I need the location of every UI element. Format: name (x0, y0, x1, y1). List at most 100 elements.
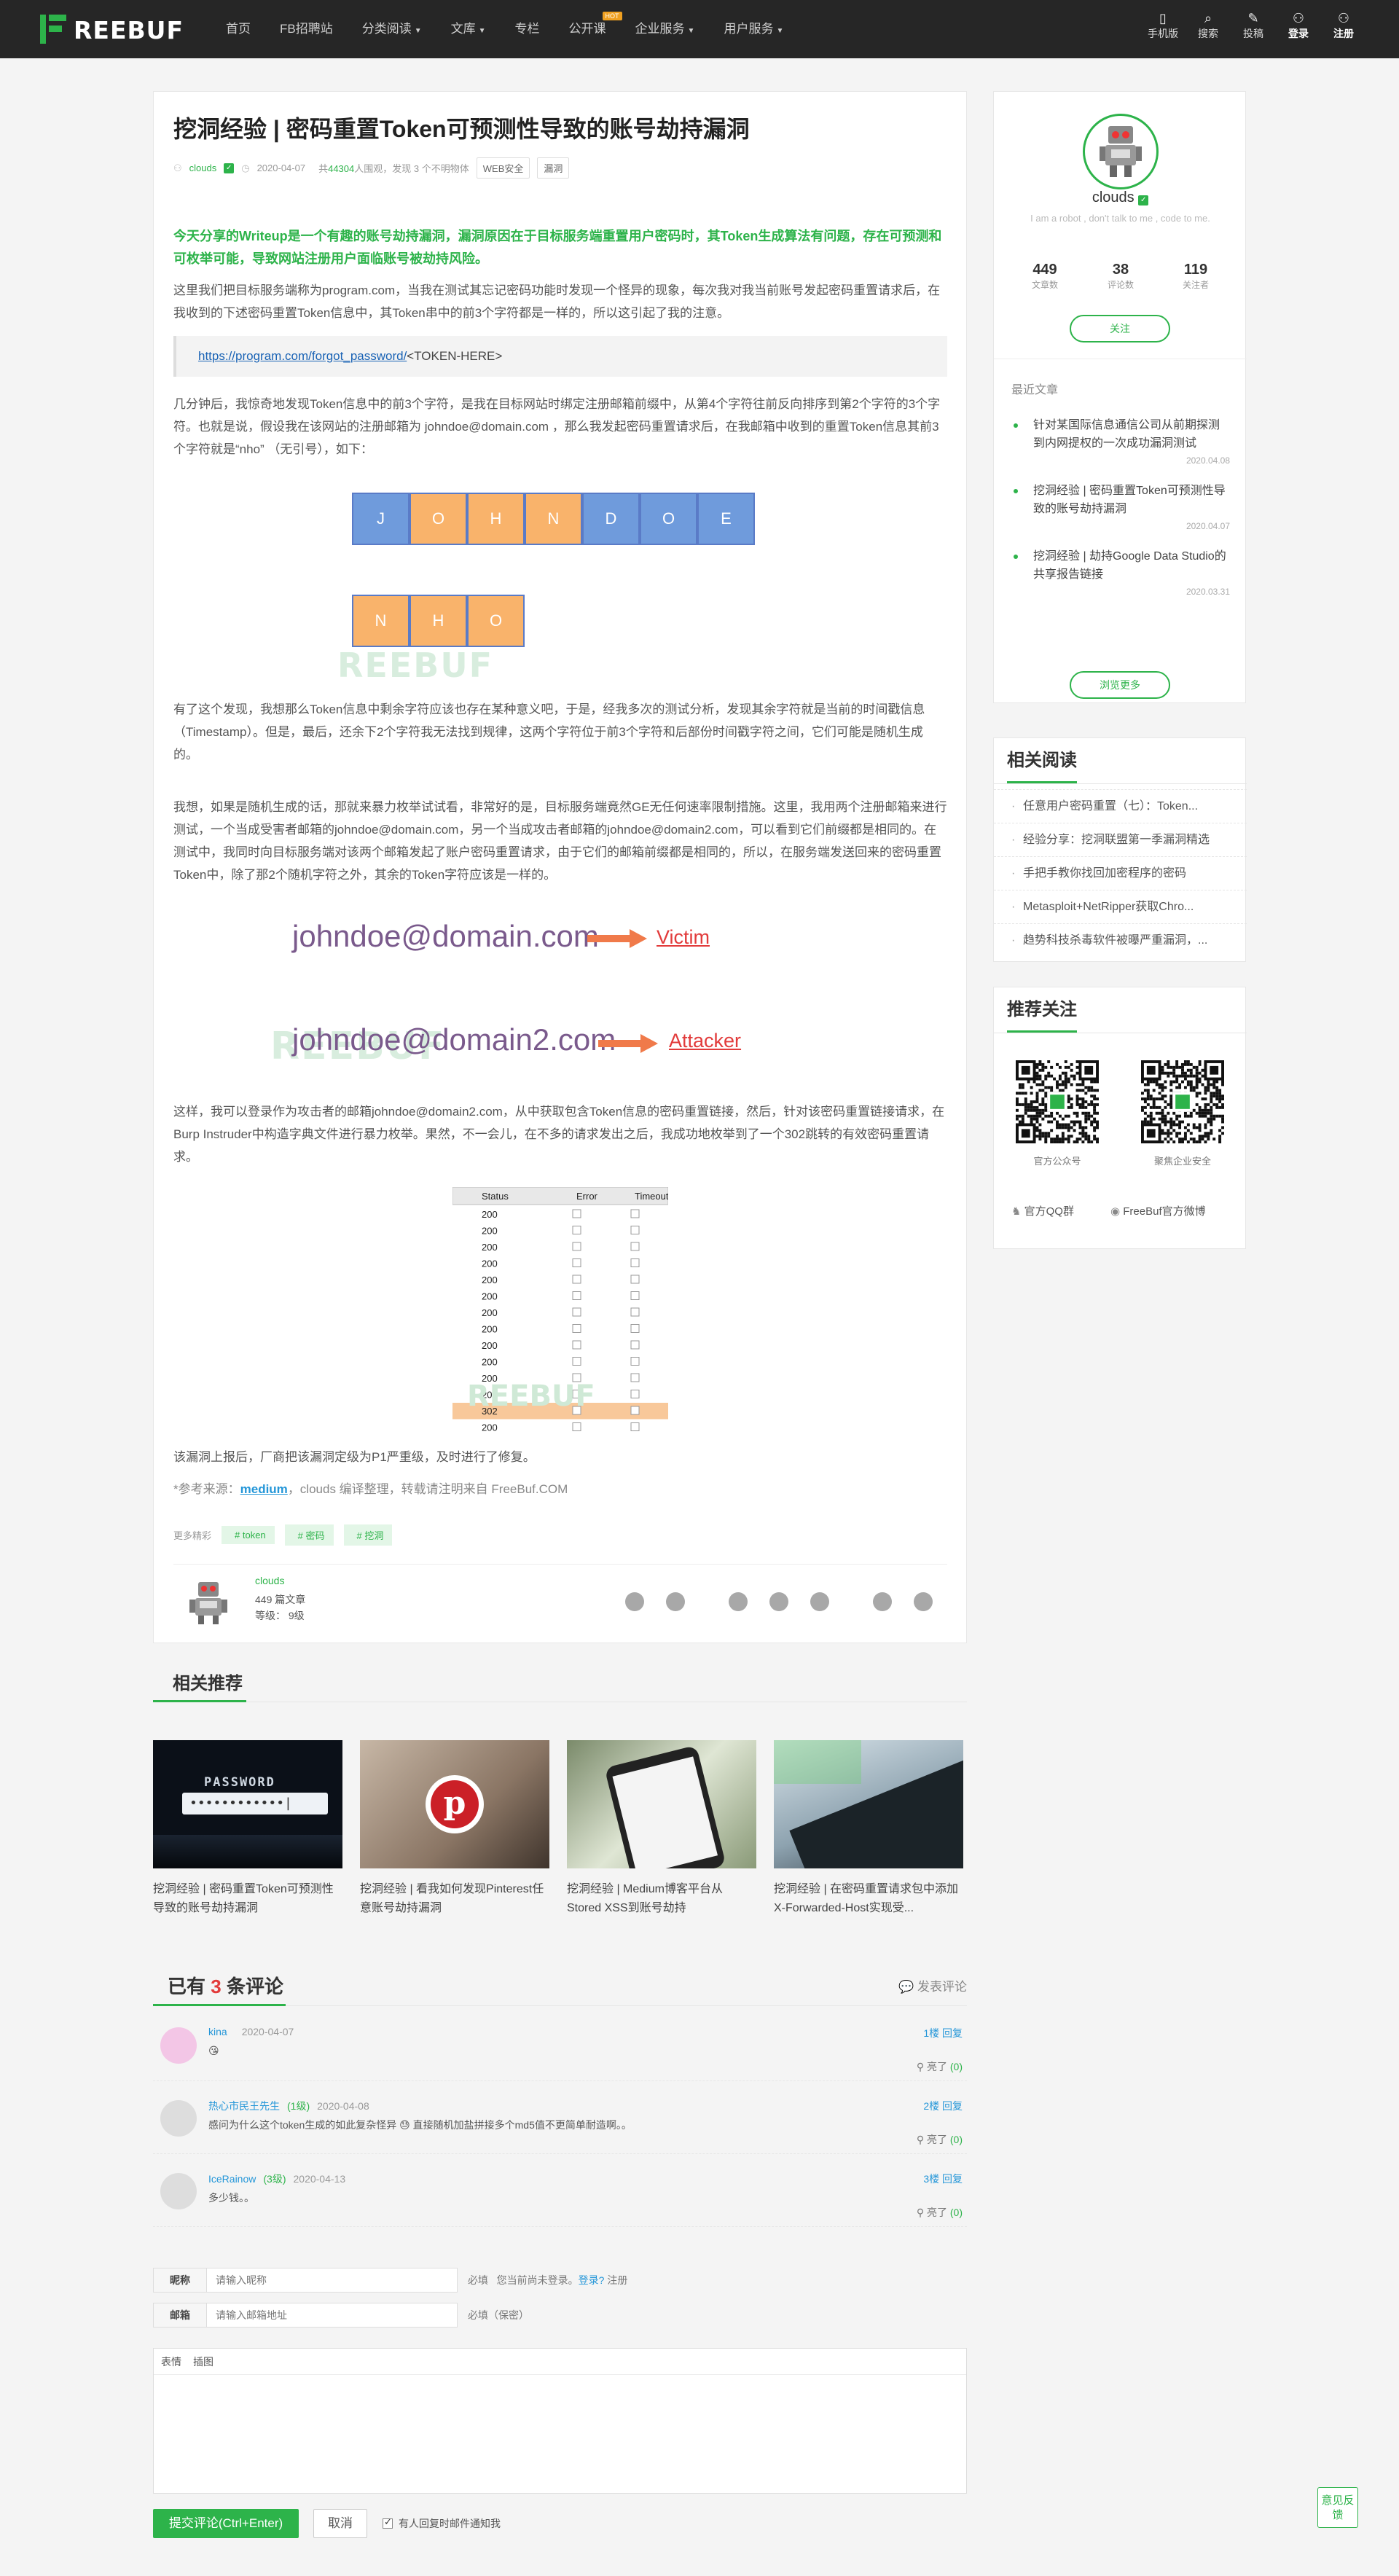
qr-module (1169, 1071, 1173, 1075)
browse-more-button[interactable]: 浏览更多 (1070, 671, 1170, 699)
mail-icon[interactable] (914, 1592, 933, 1611)
qr-module (1056, 1140, 1059, 1143)
recent-item[interactable]: 针对某国际信息通信公司从前期探测到内网提权的一次成功漏洞测试 2020.04.08 (1011, 416, 1230, 466)
recent-item[interactable]: 挖洞经验 | 密码重置Token可预测性导致的账号劫持漏洞 2020.04.07 (1011, 482, 1230, 531)
forgot-password-link[interactable]: https://program.com/forgot_password/ (198, 349, 407, 363)
related-item[interactable]: 任意用户密码重置（七）：Token... (994, 789, 1247, 823)
nav-enterprise[interactable]: 企业服务 ▼ (635, 0, 695, 58)
qr-module (1201, 1074, 1204, 1078)
recommend-title[interactable]: 挖洞经验 | 在密码重置请求包中添加X-Forwarded-Host实现受... (774, 1880, 963, 1918)
reply-link[interactable]: 回复 (942, 2027, 963, 2039)
post-comment-link[interactable]: 💬 发表评论 (898, 1976, 967, 1994)
weibo-icon[interactable] (729, 1592, 748, 1611)
qr-module (1210, 1105, 1213, 1109)
weibo-link[interactable]: ◉ FreeBuf官方微博 (1110, 1203, 1206, 1218)
nav-library[interactable]: 文库 ▼ (451, 0, 486, 58)
commenter-avatar[interactable] (160, 2173, 197, 2209)
tag-web-security[interactable]: WEB安全 (476, 157, 530, 179)
qr-module (1056, 1086, 1059, 1089)
thumb-password[interactable]: PASSWORD ••••••••••••| (153, 1740, 342, 1868)
email-input[interactable] (206, 2303, 458, 2328)
comment-textarea[interactable] (154, 2376, 966, 2493)
submit-comment-button[interactable]: 提交评论(Ctrl+Enter) (153, 2509, 299, 2538)
qr-module (1169, 1105, 1173, 1109)
related-item[interactable]: 经验分享：挖洞联盟第一季漏洞精选 (994, 823, 1247, 856)
recommend-title[interactable]: 挖洞经验 | 看我如何发现Pinterest任意账号劫持漏洞 (360, 1880, 549, 1918)
qq-group-link[interactable]: ♞ 官方QQ群 (1011, 1203, 1074, 1218)
author-card-level: 等级： 9级 (255, 1610, 305, 1621)
comment-editor: 表情 插图 (153, 2348, 967, 2494)
nav-jobs[interactable]: FB招聘站 (280, 0, 333, 58)
like-button[interactable]: ⚲ 亮了 (0) (917, 2205, 963, 2220)
qr-module (1195, 1077, 1199, 1081)
register-button[interactable]: ⚇ 注册 (1321, 10, 1366, 41)
sidebar-avatar[interactable] (1083, 114, 1159, 189)
nickname-input[interactable] (206, 2268, 458, 2293)
views-suffix: 人围观，发现 (354, 163, 412, 174)
thumb-keyboard[interactable] (774, 1740, 963, 1868)
thumb-medium[interactable] (567, 1740, 756, 1868)
related-item[interactable]: 趋势科技杀毒软件被曝严重漏洞，... (994, 923, 1247, 957)
login-link[interactable]: 登录? (579, 2274, 605, 2286)
freebuf-logo[interactable]: REEBUF (40, 15, 183, 44)
like-button[interactable]: ⚲ 亮了 (0) (917, 2059, 963, 2074)
mobile-button[interactable]: ▯ 手机版 (1140, 10, 1186, 41)
qr-module (1093, 1135, 1097, 1138)
thumb-pinterest[interactable]: p (360, 1740, 549, 1868)
comment-text: 感问为什么这个token生成的如此复杂怪异 😓 直接随机加盐拼接多个md5值不更… (208, 2119, 632, 2131)
qr-module (1030, 1092, 1033, 1095)
related-item[interactable]: Metasploit+NetRipper获取Chro... (994, 890, 1247, 923)
enterprise-qr-code (1141, 1060, 1224, 1143)
search-icon: ⌕ (1204, 11, 1212, 26)
qr-module (1050, 1120, 1054, 1124)
tag-bug-hunting[interactable]: # 挖洞 (343, 1524, 393, 1546)
nav-home[interactable]: 首页 (226, 0, 251, 58)
register-link[interactable]: 注册 (607, 2274, 627, 2286)
recent-item[interactable]: 挖洞经验 | 劫持Google Data Studio的共享报告链接 2020.0… (1011, 547, 1230, 597)
reply-link[interactable]: 回复 (942, 2100, 963, 2112)
letter-box: H (467, 493, 525, 545)
recommend-title[interactable]: 挖洞经验 | Medium博客平台从Stored XSS到账号劫持 (567, 1880, 756, 1918)
notify-checkbox[interactable]: 有人回复时邮件通知我 (383, 2516, 501, 2531)
nav-courses[interactable]: 公开课 HOT (569, 0, 622, 58)
commenter-avatar[interactable] (160, 2100, 197, 2137)
insert-image-button[interactable]: 插图 (193, 2356, 213, 2368)
favorite-star-icon[interactable] (625, 1592, 644, 1611)
qr-module (1169, 1117, 1173, 1121)
nav-columns[interactable]: 专栏 (515, 0, 540, 58)
like-button[interactable]: ⚲ 亮了 (0) (917, 2132, 963, 2147)
tag-token[interactable]: # token (222, 1526, 275, 1544)
search-button[interactable]: ⌕ 搜索 (1186, 10, 1231, 41)
robot-avatar[interactable] (188, 1579, 229, 1626)
related-item[interactable]: 手把手教你找回加密程序的密码 (994, 856, 1247, 890)
qzone-icon[interactable] (810, 1592, 829, 1611)
qr-module (1167, 1140, 1170, 1143)
feedback-button[interactable]: 意见反馈 (1317, 2487, 1358, 2528)
wechat-icon[interactable] (769, 1592, 788, 1611)
author-card-name[interactable]: clouds (255, 1575, 284, 1586)
qr-module (1169, 1080, 1173, 1084)
comment-icon[interactable] (666, 1592, 685, 1611)
qr-module (1075, 1097, 1079, 1101)
submit-article-button[interactable]: ✎ 投稿 (1231, 10, 1276, 41)
ref-medium-link[interactable]: medium (240, 1482, 288, 1496)
commenter-name[interactable]: kina (208, 2026, 227, 2037)
nav-user-service[interactable]: 用户服务 ▼ (724, 0, 783, 58)
status-cell: 200 (482, 1307, 498, 1318)
tag-password[interactable]: # 密码 (284, 1524, 334, 1546)
login-button[interactable]: ⚇ 登录 (1276, 10, 1321, 41)
commenter-name[interactable]: 热心市民王先生 (208, 2100, 280, 2112)
qr-module (1204, 1135, 1207, 1138)
nav-categories[interactable]: 分类阅读 ▼ (362, 0, 422, 58)
reply-link[interactable]: 回复 (942, 2173, 963, 2185)
commenter-avatar[interactable] (160, 2027, 197, 2064)
recommend-title[interactable]: 挖洞经验 | 密码重置Token可预测性导致的账号劫持漏洞 (153, 1880, 342, 1918)
cancel-button[interactable]: 取消 (313, 2509, 367, 2538)
follow-button[interactable]: 关注 (1070, 315, 1170, 342)
author-link[interactable]: clouds (189, 163, 217, 173)
floor-number: 3楼 (923, 2173, 940, 2185)
home-icon[interactable] (873, 1592, 892, 1611)
commenter-name[interactable]: IceRainow (208, 2173, 256, 2185)
tag-vulnerability[interactable]: 漏洞 (537, 157, 570, 179)
emoji-button[interactable]: 表情 (161, 2356, 181, 2368)
